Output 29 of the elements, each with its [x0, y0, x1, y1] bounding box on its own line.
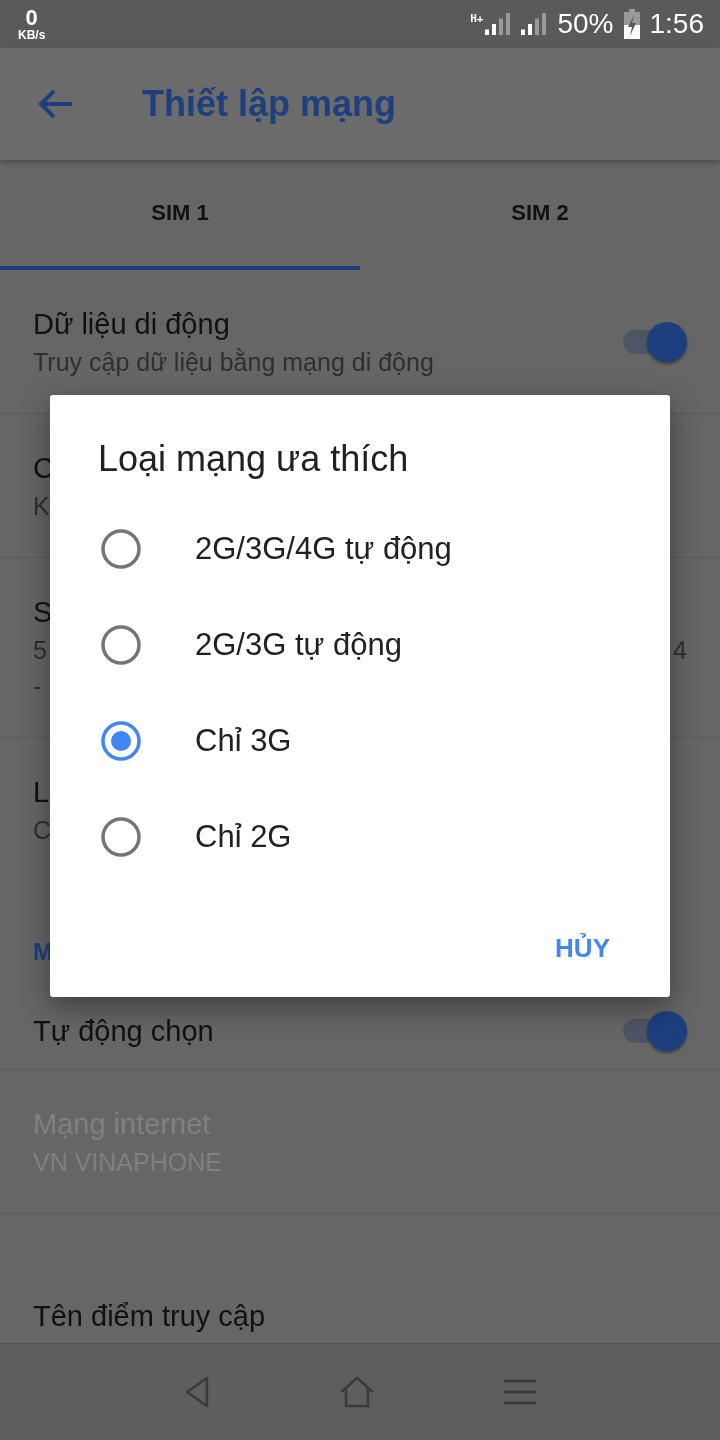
setting-title: Tên điểm truy cập: [33, 1299, 267, 1334]
clock: 1:56: [649, 8, 704, 40]
back-icon[interactable]: [184, 1376, 211, 1408]
setting-title: L: [33, 775, 51, 810]
network-option[interactable]: Chỉ 2G: [50, 789, 670, 885]
menu-icon[interactable]: [503, 1378, 536, 1406]
back-arrow-icon[interactable]: [38, 88, 74, 120]
setting-summary: -: [33, 670, 42, 702]
radio-button[interactable]: [100, 816, 142, 858]
dialog-title: Loại mạng ưa thích: [97, 437, 410, 481]
setting-title: Tự động chọn: [33, 1013, 215, 1049]
radio-button[interactable]: [100, 720, 142, 762]
data-speed-unit: KB/s: [18, 29, 46, 41]
setting-title: Dữ liệu di động: [33, 306, 231, 342]
radio-button[interactable]: [100, 624, 142, 666]
signal-icon: [485, 13, 512, 35]
toggle-switch[interactable]: [623, 1010, 687, 1051]
toggle-switch[interactable]: [623, 321, 687, 362]
home-icon[interactable]: [339, 1376, 375, 1408]
battery-charging-icon: [623, 9, 640, 39]
radio-button[interactable]: [100, 528, 142, 570]
cancel-button[interactable]: HỦY: [543, 925, 622, 972]
signal-icon: [521, 13, 548, 35]
data-speed: 0: [25, 7, 38, 29]
network-type: H+: [470, 13, 484, 24]
screen-title: Thiết lập mạng: [142, 83, 397, 125]
network-option[interactable]: 2G/3G/4G tự động: [50, 501, 670, 597]
battery-level: 50%: [557, 8, 614, 40]
network-option[interactable]: Chỉ 3G: [50, 693, 670, 789]
